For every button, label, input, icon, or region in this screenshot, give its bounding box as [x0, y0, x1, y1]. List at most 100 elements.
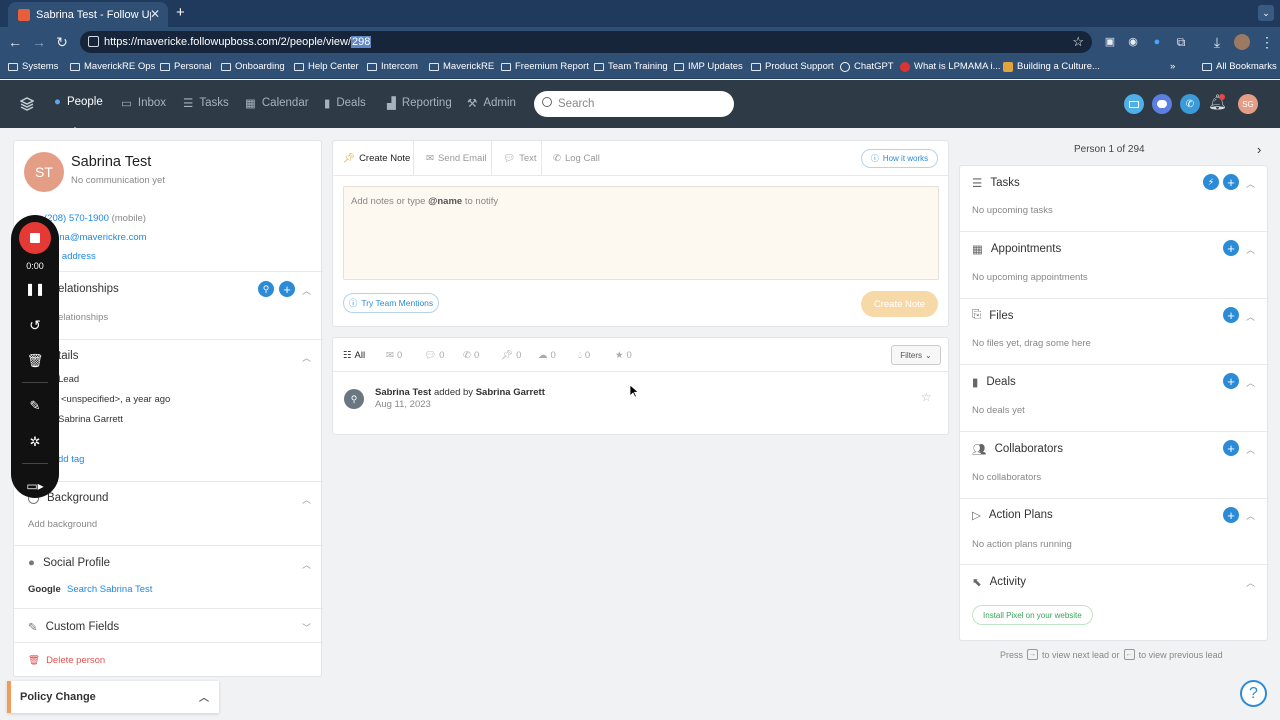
- agent-value[interactable]: Sabrina Garrett: [58, 414, 123, 425]
- restart-icon[interactable]: ↺: [11, 317, 59, 334]
- new-tab-icon[interactable]: +: [176, 4, 185, 21]
- site-settings-icon[interactable]: [88, 36, 99, 47]
- tab-text[interactable]: 💬︎ Text: [503, 153, 537, 164]
- bookmark-item[interactable]: IMP Updates: [674, 61, 743, 72]
- nav-deals[interactable]: ▮ Deals: [324, 96, 366, 110]
- collapse-chevron-icon[interactable]: ︿: [1246, 376, 1255, 389]
- close-tab-icon[interactable]: ✕: [150, 7, 160, 21]
- bookmark-item[interactable]: Personal: [160, 61, 212, 72]
- bookmark-item[interactable]: Onboarding: [221, 61, 285, 72]
- filters-dropdown[interactable]: Filters ⌄: [891, 345, 941, 365]
- collapse-chevron-icon[interactable]: ︿: [1246, 243, 1255, 256]
- pen-icon[interactable]: ✎: [11, 398, 59, 414]
- bookmark-star-icon[interactable]: ☆: [1072, 34, 1084, 50]
- details-title[interactable]: tails: [58, 350, 78, 362]
- nav-calendar[interactable]: ▦ Calendar: [245, 96, 309, 110]
- email-link[interactable]: rina@maverickre.com: [54, 232, 147, 243]
- add-address-link[interactable]: d address: [54, 251, 96, 262]
- back-icon[interactable]: ←: [6, 33, 24, 51]
- collapse-chevron-icon[interactable]: ︿: [302, 558, 311, 571]
- feed-filter-text[interactable]: 💬︎ 0: [424, 350, 444, 361]
- all-bookmarks[interactable]: All Bookmarks: [1202, 61, 1277, 72]
- how-it-works-button[interactable]: ⓘ How it works: [861, 149, 938, 168]
- collaborators-header[interactable]: 👥︎ Collaborators: [972, 442, 1063, 456]
- nav-admin[interactable]: ⚒ Admin: [467, 96, 516, 110]
- stop-recording-button[interactable]: [19, 222, 51, 254]
- bookmark-item[interactable]: Intercom: [367, 61, 418, 72]
- next-person-chevron-icon[interactable]: ›: [1257, 142, 1261, 157]
- tab-log-call[interactable]: ✆ Log Call: [553, 153, 600, 164]
- add-appointment-button[interactable]: +: [1223, 240, 1239, 256]
- try-team-mentions-button[interactable]: ⓘ Try Team Mentions: [343, 293, 439, 313]
- collapse-chevron-icon[interactable]: ︿: [1246, 443, 1255, 456]
- person-name[interactable]: Sabrina Test: [71, 154, 151, 170]
- email-icon[interactable]: [1124, 94, 1144, 114]
- dialer-icon[interactable]: ✆: [1180, 94, 1200, 114]
- help-icon[interactable]: ?: [1240, 680, 1267, 707]
- appointments-header[interactable]: ▦ Appointments: [972, 242, 1061, 256]
- bookmark-item[interactable]: Freemium Report: [501, 61, 589, 72]
- bookmark-item[interactable]: MaverickRE Ops: [70, 61, 155, 72]
- delete-person-link[interactable]: 🗑︎ Delete person: [28, 655, 105, 666]
- fub-logo-icon[interactable]: [20, 97, 34, 111]
- bookmark-item[interactable]: Product Support: [751, 61, 834, 72]
- nav-people[interactable]: ● People: [54, 96, 103, 133]
- browser-tab[interactable]: Sabrina Test - Follow Up Boss ✕: [8, 2, 168, 27]
- add-task-button[interactable]: +: [1223, 174, 1239, 190]
- reload-icon[interactable]: ↻: [53, 33, 71, 51]
- nav-reporting[interactable]: ▟ Reporting: [387, 96, 452, 110]
- social-profile-header[interactable]: ● Social Profile: [28, 557, 110, 569]
- trash-icon[interactable]: 🗑︎: [11, 353, 59, 369]
- nav-tasks[interactable]: ☰ Tasks: [183, 96, 229, 110]
- google-search-link[interactable]: Search Sabrina Test: [67, 584, 152, 595]
- feed-filter-notes[interactable]: 📌︎ 0: [501, 350, 521, 361]
- forward-icon[interactable]: →: [30, 33, 48, 51]
- bookmark-item[interactable]: Building a Culture...: [1003, 61, 1100, 72]
- chat-icon[interactable]: [1152, 94, 1172, 114]
- deals-header[interactable]: ▮ Deals: [972, 375, 1016, 389]
- download-icon[interactable]: ⤓: [1208, 33, 1226, 51]
- add-file-button[interactable]: +: [1223, 307, 1239, 323]
- install-pixel-button[interactable]: Install Pixel on your website: [972, 605, 1093, 625]
- tab-create-note[interactable]: 📌︎ Create Note: [343, 153, 410, 164]
- collapse-chevron-icon[interactable]: ︿: [1246, 576, 1255, 589]
- add-deal-button[interactable]: +: [1223, 373, 1239, 389]
- tab-search-icon[interactable]: ⌄: [1258, 5, 1274, 21]
- add-action-plan-button[interactable]: +: [1223, 507, 1239, 523]
- profile-avatar-icon[interactable]: [1234, 34, 1250, 50]
- collapse-chevron-icon[interactable]: ︿: [302, 351, 311, 364]
- source-value[interactable]: <unspecified>, a year ago: [61, 394, 170, 405]
- tasks-header[interactable]: ☰ Tasks: [972, 176, 1020, 190]
- camera-icon[interactable]: ▭▸: [11, 479, 59, 493]
- add-tag-link[interactable]: dd tag: [58, 454, 84, 465]
- collapse-chevron-icon[interactable]: ︿: [302, 493, 311, 506]
- star-icon[interactable]: ☆: [921, 390, 932, 404]
- link-person-icon[interactable]: ⚲: [258, 281, 274, 297]
- files-header[interactable]: ⎘ Files: [972, 309, 1013, 322]
- policy-change-banner[interactable]: Policy Change ︿: [7, 681, 219, 713]
- tab-send-email[interactable]: ✉ Send Email: [426, 153, 487, 164]
- feed-filter-all[interactable]: ☷ All: [343, 350, 365, 361]
- note-textarea[interactable]: Add notes or type @name to notify: [343, 186, 939, 280]
- browser-menu-icon[interactable]: ⋮: [1258, 33, 1276, 51]
- phone-link[interactable]: (208) 570-1900: [44, 213, 109, 224]
- feed-filter-events[interactable]: ☁ 0: [538, 350, 556, 361]
- bookmark-item[interactable]: MaverickRE: [429, 61, 494, 72]
- bookmark-item[interactable]: What is LPMAMA i...: [900, 61, 1001, 72]
- relationships-title[interactable]: elationships: [58, 283, 119, 295]
- address-bar[interactable]: https://mavericke.followupboss.com/2/peo…: [80, 31, 1092, 53]
- feed-filter-starred[interactable]: ★ 0: [615, 350, 632, 361]
- collapse-chevron-icon[interactable]: ︿: [1246, 509, 1255, 522]
- bookmark-item[interactable]: ChatGPT: [840, 61, 894, 72]
- extension-icon-1[interactable]: ▣: [1101, 33, 1119, 51]
- lightning-icon[interactable]: ⚡︎: [1203, 174, 1219, 190]
- extensions-puzzle-icon[interactable]: ⧉: [1172, 33, 1190, 51]
- bookmarks-overflow-icon[interactable]: »: [1170, 61, 1175, 72]
- bookmark-item[interactable]: Help Center: [294, 61, 359, 72]
- pause-icon[interactable]: ❚❚: [11, 282, 59, 296]
- chevron-up-icon[interactable]: ︿: [199, 689, 209, 704]
- collapse-chevron-icon[interactable]: ︿: [302, 284, 311, 297]
- user-avatar[interactable]: SG: [1238, 94, 1258, 114]
- expand-chevron-icon[interactable]: ﹀: [302, 621, 311, 634]
- feed-filter-email[interactable]: ✉ 0: [386, 350, 402, 361]
